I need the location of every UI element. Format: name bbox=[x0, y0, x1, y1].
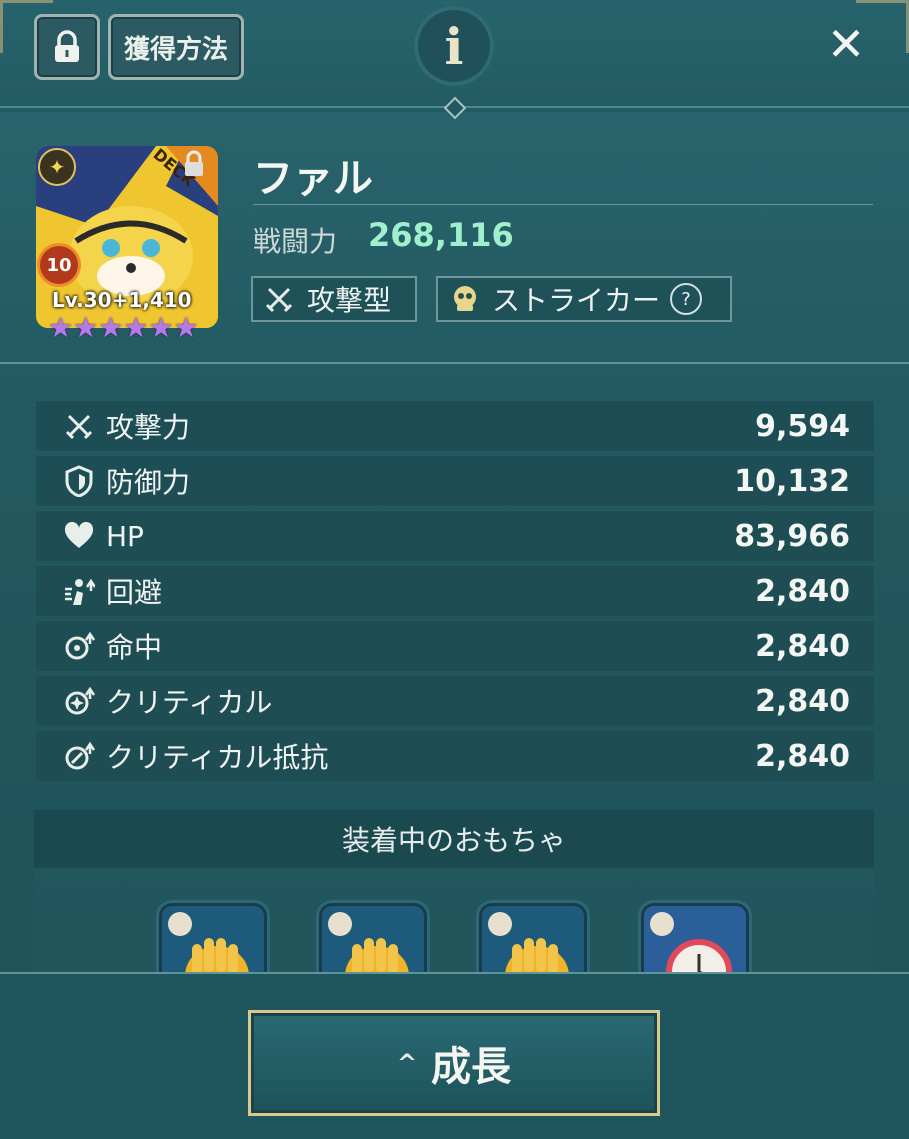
critical-resist-icon bbox=[62, 739, 96, 773]
stat-label: クリティカル bbox=[106, 686, 273, 719]
help-icon[interactable]: ? bbox=[670, 283, 703, 315]
tag-role[interactable]: ストライカー ? bbox=[436, 276, 732, 322]
chevron-up-icon: ^ bbox=[396, 1049, 418, 1077]
stat-row: クリティカル 2,840 bbox=[36, 676, 874, 726]
equipped-toys-header: 装着中のおもちゃ bbox=[34, 810, 874, 868]
stat-row: 攻撃力 9,594 bbox=[36, 401, 874, 451]
star-icon: ★ bbox=[148, 311, 174, 344]
heart-icon bbox=[62, 519, 96, 553]
stat-value: 2,840 bbox=[755, 628, 850, 664]
stats-panel: 攻撃力 9,594 防御力 10,132 HP 83,966 回避 2,840 bbox=[36, 401, 874, 786]
power-value: 268,116 bbox=[368, 216, 514, 254]
equipped-toys-title: 装着中のおもちゃ bbox=[341, 824, 566, 857]
tag-attack-type: 攻撃型 bbox=[251, 276, 417, 322]
stat-row: 回避 2,840 bbox=[36, 566, 874, 616]
accuracy-icon bbox=[62, 629, 96, 663]
star-rating: ★ ★ ★ ★ ★ ★ bbox=[48, 314, 199, 342]
stat-label: 攻撃力 bbox=[106, 411, 191, 444]
stat-value: 83,966 bbox=[734, 518, 850, 554]
evasion-icon bbox=[62, 574, 96, 608]
info-button[interactable]: i bbox=[414, 6, 494, 86]
star-icon: ★ bbox=[173, 311, 199, 344]
striker-icon bbox=[450, 284, 480, 314]
star-icon: ★ bbox=[98, 311, 124, 344]
attack-icon bbox=[62, 409, 96, 443]
star-icon: ★ bbox=[48, 311, 74, 344]
star-icon: ★ bbox=[123, 311, 149, 344]
element-icon: ✦ bbox=[38, 148, 76, 186]
star-icon: ★ bbox=[73, 311, 99, 344]
stat-value: 2,840 bbox=[755, 683, 850, 719]
stat-label: クリティカル抵抗 bbox=[106, 741, 329, 774]
tag-role-label: ストライカー bbox=[492, 284, 661, 317]
acquire-method-label: 獲得方法 bbox=[123, 34, 228, 65]
info-icon: i bbox=[444, 16, 464, 76]
bottom-divider bbox=[0, 972, 909, 974]
tag-attack-type-label: 攻撃型 bbox=[307, 284, 392, 317]
stat-value: 9,594 bbox=[755, 408, 850, 444]
stat-label: HP bbox=[106, 519, 144, 553]
rank-badge: 10 bbox=[40, 246, 78, 284]
stat-row: 防御力 10,132 bbox=[36, 456, 874, 506]
unit-level: Lv.30+1,410 bbox=[52, 288, 192, 312]
acquire-method-button[interactable]: 獲得方法 bbox=[108, 14, 244, 80]
critical-icon bbox=[62, 684, 96, 718]
stat-row: クリティカル抵抗 2,840 bbox=[36, 731, 874, 781]
stat-value: 2,840 bbox=[755, 738, 850, 774]
equipped-toys-panel bbox=[34, 868, 874, 972]
power-label: 戦闘力 bbox=[253, 225, 338, 258]
lock-icon bbox=[55, 30, 79, 62]
crossed-swords-icon bbox=[265, 285, 293, 313]
header-divider bbox=[0, 362, 909, 364]
stat-label: 命中 bbox=[106, 631, 163, 664]
close-button[interactable]: ✕ bbox=[818, 16, 874, 72]
stat-value: 2,840 bbox=[755, 573, 850, 609]
portrait-lock-icon bbox=[182, 150, 206, 178]
lock-button[interactable] bbox=[34, 14, 100, 80]
grow-button-label: 成長 bbox=[431, 1044, 512, 1090]
name-divider bbox=[253, 204, 873, 205]
stat-label: 回避 bbox=[106, 576, 163, 609]
shield-icon bbox=[62, 464, 96, 498]
unit-name: ファル bbox=[253, 156, 373, 202]
close-icon: ✕ bbox=[826, 17, 866, 71]
grow-button[interactable]: ^ 成長 bbox=[248, 1010, 660, 1116]
stat-value: 10,132 bbox=[734, 463, 850, 499]
stat-label: 防御力 bbox=[106, 466, 191, 499]
stat-row: HP 83,966 bbox=[36, 511, 874, 561]
stat-row: 命中 2,840 bbox=[36, 621, 874, 671]
